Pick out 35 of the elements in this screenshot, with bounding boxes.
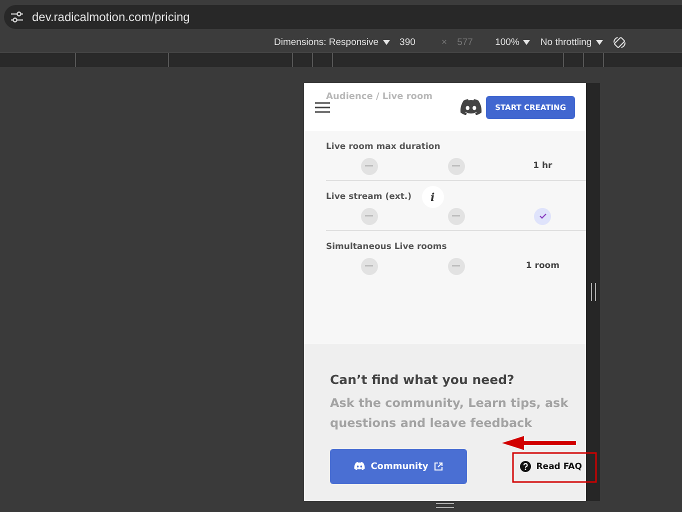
zoom-dropdown[interactable]: 100% [495, 37, 530, 48]
url-text[interactable]: dev.radicalmotion.com/pricing [32, 10, 190, 24]
rotate-icon[interactable] [612, 36, 626, 49]
dash-icon [360, 208, 378, 224]
caret-icon [382, 40, 390, 45]
dash-icon [360, 158, 378, 174]
table-cell: 1 room [526, 261, 560, 271]
caret-icon [596, 40, 603, 45]
check-icon [534, 208, 552, 224]
help-text: Ask the community, Learn tips, ask questions and leave feedback [330, 395, 570, 432]
discord-icon [460, 98, 482, 116]
dash-icon [448, 208, 464, 224]
help-title: Can’t find what you need? [330, 372, 516, 387]
throttling-dropdown[interactable]: No throttling [540, 37, 603, 48]
faded-heading: Audience / Live room [326, 92, 433, 102]
width-field[interactable]: 390 [400, 37, 432, 48]
times-sign: × [442, 37, 448, 48]
dash-icon [360, 258, 378, 274]
info-icon[interactable]: i [422, 186, 444, 208]
site-settings-icon [10, 10, 24, 22]
resize-handle[interactable] [586, 83, 600, 501]
caret-icon [523, 40, 530, 45]
table-cell: 1 hr [533, 161, 552, 171]
dimensions-dropdown[interactable]: Dimensions: Responsive [274, 37, 390, 48]
feature-label: Live stream (ext.) [326, 192, 412, 202]
help-icon [520, 461, 532, 472]
bottom-resize-handle[interactable] [436, 503, 454, 508]
feature-label: Simultaneous Live rooms [326, 242, 447, 252]
external-link-icon [434, 462, 444, 471]
discord-icon [354, 462, 365, 471]
feature-label: Live room max duration [326, 142, 440, 152]
dash-icon [448, 158, 464, 174]
menu-icon[interactable] [315, 102, 330, 112]
dash-icon [448, 258, 464, 274]
community-button[interactable]: Community [330, 449, 467, 484]
